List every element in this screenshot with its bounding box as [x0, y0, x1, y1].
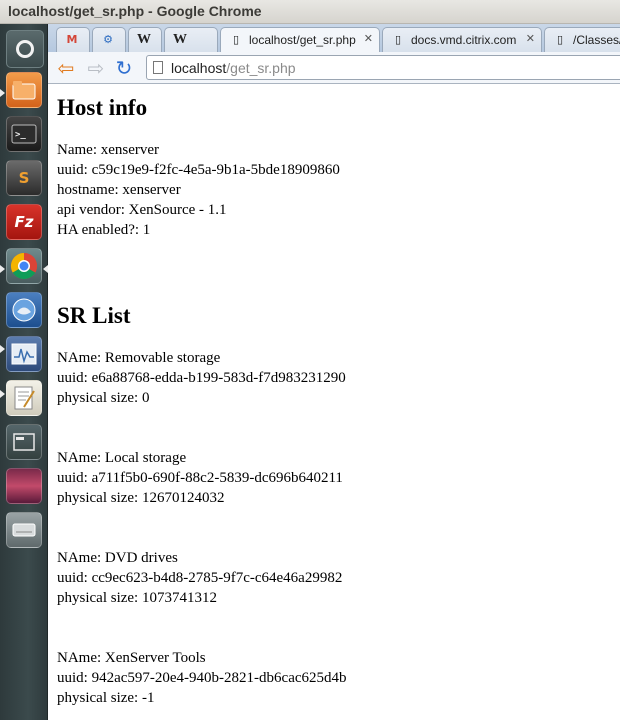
- sr-name: NAme: DVD drives: [57, 550, 178, 566]
- browser-toolbar: ⇦ ⇨ ↻ localhost/get_sr.php: [48, 52, 620, 84]
- host-uuid: uuid: c59c19e9-f2fc-4e5a-9b1a-5bde189098…: [57, 162, 340, 178]
- sr-physical-size: physical size: 12670124032: [57, 490, 225, 506]
- page-icon: ▯: [232, 33, 240, 46]
- running-indicator: [0, 345, 5, 353]
- tab-wikipedia[interactable]: W: [128, 27, 162, 52]
- sr-item: NAme: Local storage uuid: a711f5b0-690f-…: [57, 448, 617, 508]
- sr-uuid: uuid: cc9ec623-b4d8-2785-9f7c-c64e46a299…: [57, 570, 343, 586]
- sr-uuid: uuid: e6a88768-edda-b199-583d-f7d9832312…: [57, 370, 346, 386]
- sr-item: NAme: Removable storage uuid: e6a88768-e…: [57, 348, 617, 408]
- host-info-heading: Host info: [57, 95, 148, 120]
- host-name: Name: xenserver: [57, 142, 160, 158]
- close-tab-icon[interactable]: ✕: [526, 32, 535, 45]
- close-tab-icon[interactable]: ✕: [364, 32, 373, 45]
- tab-label: localhost/get_sr.php: [249, 33, 356, 47]
- tab-strip: M ⚙ W W ▯ localhost/get_sr.php ✕ ▯ docs.…: [48, 24, 620, 52]
- gear-icon: ⚙: [103, 33, 113, 46]
- forward-arrow-icon[interactable]: ⇨: [84, 56, 108, 80]
- sr-physical-size: physical size: 1073741312: [57, 590, 217, 606]
- back-arrow-icon[interactable]: ⇦: [54, 56, 78, 80]
- sr-name: NAme: Removable storage: [57, 350, 221, 366]
- running-indicator: [0, 89, 5, 97]
- tab-label: docs.vmd.citrix.com: [411, 33, 517, 47]
- tab-w[interactable]: W: [164, 27, 218, 52]
- page-icon: [153, 61, 163, 74]
- window-title-bar: localhost/get_sr.php - Google Chrome: [0, 0, 620, 24]
- page-content: Host info Name: xenserver uuid: c59c19e9…: [57, 84, 617, 708]
- dash-home-icon[interactable]: [6, 30, 44, 68]
- url-text: localhost/get_sr.php: [171, 60, 296, 76]
- page-icon: ▯: [394, 33, 402, 46]
- sr-physical-size: physical size: 0: [57, 390, 150, 406]
- wallpaper-icon[interactable]: [6, 468, 42, 504]
- sr-list-heading: SR List: [57, 303, 131, 328]
- unity-launcher: >_ S Fz: [0, 24, 48, 720]
- page-icon: ▯: [556, 33, 564, 46]
- wikipedia-icon: W: [137, 32, 151, 47]
- drive-icon[interactable]: [6, 512, 42, 548]
- files-icon[interactable]: [6, 72, 42, 108]
- tab-get-sr[interactable]: ▯ localhost/get_sr.php ✕: [220, 27, 380, 52]
- text-editor-icon[interactable]: [6, 380, 42, 416]
- running-indicator: [0, 265, 5, 273]
- svg-text:>_: >_: [15, 130, 26, 140]
- system-monitor-icon[interactable]: [6, 336, 42, 372]
- sr-item: NAme: XenServer Tools uuid: 942ac597-20e…: [57, 648, 617, 708]
- sr-name: NAme: XenServer Tools: [57, 650, 206, 666]
- tab-label: /Classes/h: [573, 33, 620, 47]
- tab-citrix-docs[interactable]: ▯ docs.vmd.citrix.com ✕: [382, 27, 542, 52]
- sr-name: NAme: Local storage: [57, 450, 187, 466]
- sr-item: NAme: DVD drives uuid: cc9ec623-b4d8-278…: [57, 548, 617, 608]
- focused-indicator: [43, 265, 48, 273]
- host-hostname: hostname: xenserver: [57, 182, 181, 198]
- host-ha-enabled: HA enabled?: 1: [57, 222, 151, 238]
- address-bar[interactable]: localhost/get_sr.php: [146, 55, 620, 80]
- w-icon: W: [173, 32, 187, 47]
- sr-physical-size: physical size: -1: [57, 690, 155, 706]
- window-title: localhost/get_sr.php - Google Chrome: [8, 3, 262, 19]
- filezilla-icon[interactable]: Fz: [6, 204, 42, 240]
- sublime-text-icon[interactable]: S: [6, 160, 42, 196]
- host-api-vendor: api vendor: XenSource - 1.1: [57, 202, 227, 218]
- tab-settings[interactable]: ⚙: [92, 27, 126, 52]
- workspace-switcher-icon[interactable]: [6, 424, 42, 460]
- chrome-icon[interactable]: [6, 248, 42, 284]
- gmail-icon: M: [66, 33, 78, 46]
- terminal-icon[interactable]: >_: [6, 116, 42, 152]
- sr-uuid: uuid: a711f5b0-690f-88c2-5839-dc696b6402…: [57, 470, 343, 486]
- thunderbird-icon[interactable]: [6, 292, 42, 328]
- running-indicator: [0, 390, 5, 398]
- sr-uuid: uuid: 942ac597-20e4-940b-2821-db6cac625d…: [57, 670, 347, 686]
- tab-classes[interactable]: ▯ /Classes/h: [544, 27, 620, 52]
- reload-icon[interactable]: ↻: [112, 56, 136, 80]
- tab-gmail[interactable]: M: [56, 27, 90, 52]
